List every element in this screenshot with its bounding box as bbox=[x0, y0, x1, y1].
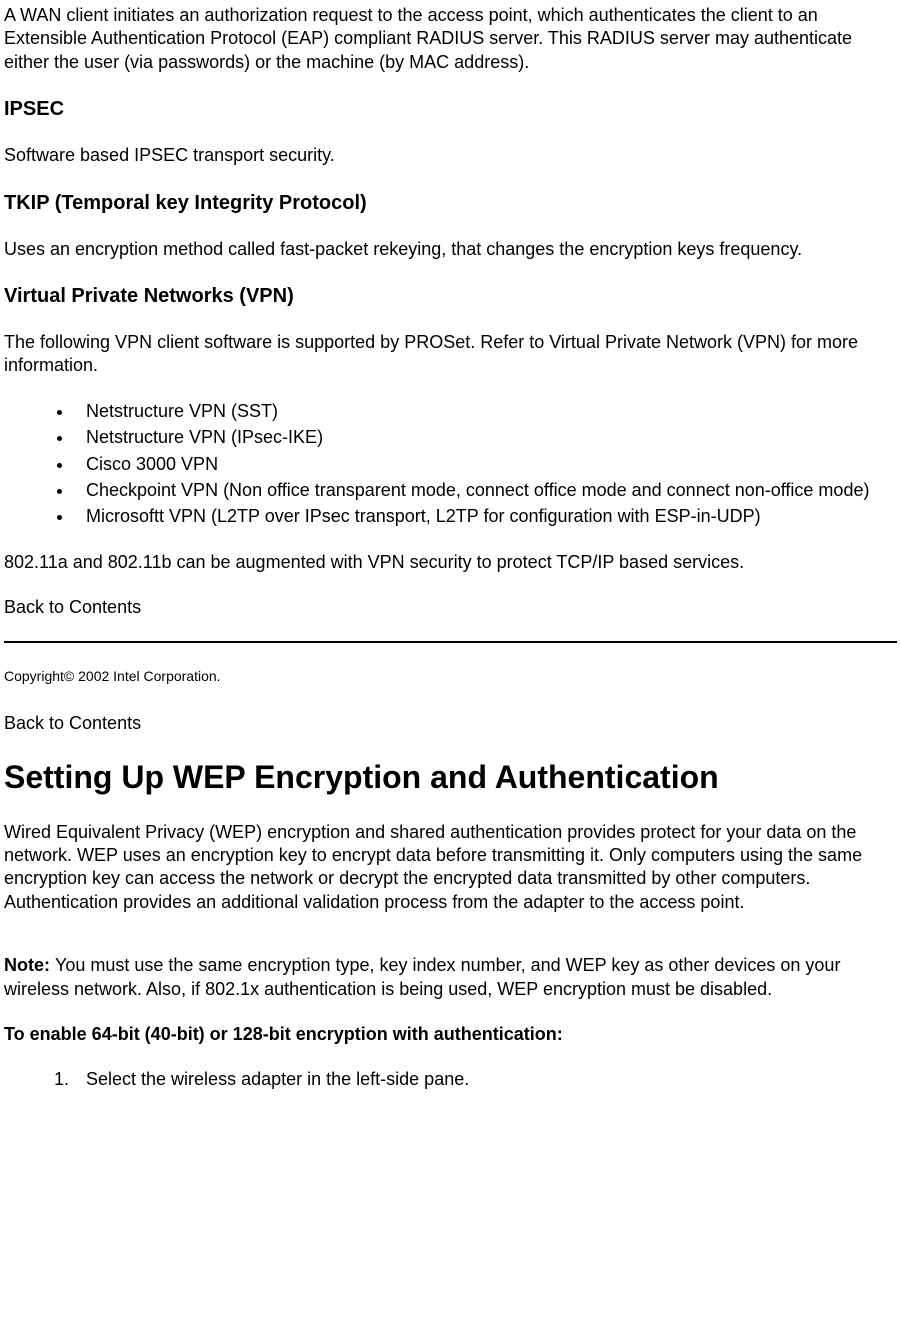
list-item: Cisco 3000 VPN bbox=[74, 453, 897, 476]
note-label: Note: bbox=[4, 955, 55, 975]
list-item: Select the wireless adapter in the left-… bbox=[74, 1068, 897, 1091]
back-to-contents-link[interactable]: Back to Contents bbox=[4, 596, 897, 619]
tkip-body: Uses an encryption method called fast-pa… bbox=[4, 238, 897, 261]
tkip-heading: TKIP (Temporal key Integrity Protocol) bbox=[4, 190, 897, 216]
copyright: Copyright© 2002 Intel Corporation. bbox=[4, 667, 897, 685]
vpn-list: Netstructure VPN (SST) Netstructure VPN … bbox=[4, 400, 897, 529]
vpn-outro: 802.11a and 802.11b can be augmented wit… bbox=[4, 551, 897, 574]
list-item: Microsoftt VPN (L2TP over IPsec transpor… bbox=[74, 505, 897, 528]
ipsec-heading: IPSEC bbox=[4, 96, 897, 122]
separator bbox=[4, 641, 897, 643]
vpn-intro: The following VPN client software is sup… bbox=[4, 331, 897, 378]
list-item: Netstructure VPN (IPsec-IKE) bbox=[74, 426, 897, 449]
list-item: Netstructure VPN (SST) bbox=[74, 400, 897, 423]
back-to-contents-link[interactable]: Back to Contents bbox=[4, 712, 897, 735]
note-body: You must use the same encryption type, k… bbox=[4, 955, 840, 998]
wep-intro-paragraph: Wired Equivalent Privacy (WEP) encryptio… bbox=[4, 821, 897, 915]
ipsec-body: Software based IPSEC transport security. bbox=[4, 144, 897, 167]
wep-title: Setting Up WEP Encryption and Authentica… bbox=[4, 757, 897, 799]
intro-paragraph: A WAN client initiates an authorization … bbox=[4, 4, 897, 74]
enable-heading: To enable 64-bit (40-bit) or 128-bit enc… bbox=[4, 1023, 897, 1046]
wep-note: Note: You must use the same encryption t… bbox=[4, 954, 897, 1001]
list-item: Checkpoint VPN (Non office transparent m… bbox=[74, 479, 897, 502]
enable-steps: Select the wireless adapter in the left-… bbox=[4, 1068, 897, 1091]
vpn-heading: Virtual Private Networks (VPN) bbox=[4, 283, 897, 309]
